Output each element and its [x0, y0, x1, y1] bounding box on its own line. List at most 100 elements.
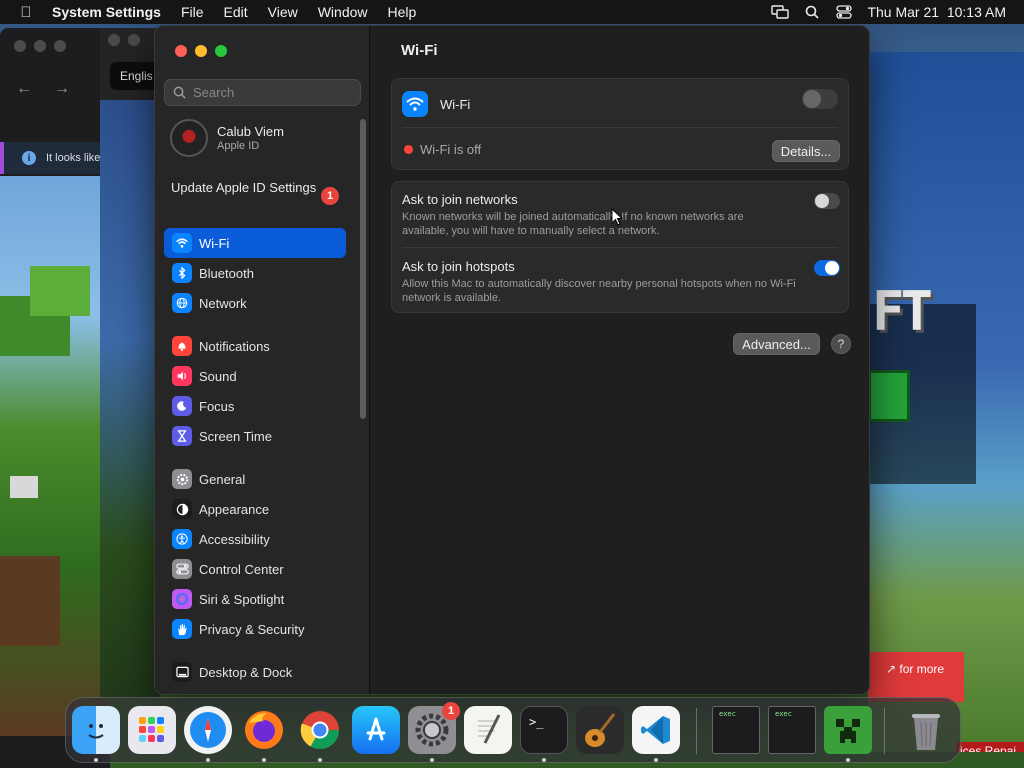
account-name: Calub Viem	[217, 124, 284, 139]
promo-banner[interactable]: ↗ for more	[868, 652, 964, 702]
menu-window[interactable]: Window	[308, 0, 378, 24]
wifi-icon	[402, 91, 428, 117]
control-center-icon	[172, 559, 192, 579]
account-subtitle: Apple ID	[217, 140, 260, 152]
system-settings-window: Calub Viem Apple ID Update Apple ID Sett…	[154, 25, 870, 695]
sidebar-item-notifications[interactable]: Notifications	[164, 331, 346, 361]
screen-mirroring-icon[interactable]	[771, 4, 790, 20]
game-logo: FT	[872, 280, 933, 343]
dock-launchpad[interactable]	[128, 706, 176, 754]
sidebar-item-label: Privacy & Security	[199, 621, 305, 637]
menu-bar:  System Settings File Edit View Window …	[0, 0, 1024, 24]
sidebar-item-control-center[interactable]: Control Center	[164, 554, 346, 584]
ask-networks-toggle[interactable]	[814, 193, 840, 209]
menu-help[interactable]: Help	[378, 0, 427, 24]
exec-label: exec	[775, 710, 792, 718]
advanced-button[interactable]: Advanced...	[733, 333, 820, 355]
close-button[interactable]	[175, 45, 187, 57]
sidebar-item-label: Notifications	[199, 338, 270, 354]
menu-app-name[interactable]: System Settings	[44, 0, 171, 24]
app-store-icon	[366, 717, 386, 741]
dock-safari[interactable]	[184, 706, 232, 754]
dock-firefox[interactable]	[240, 706, 288, 754]
sidebar-item-desktop-dock[interactable]: Desktop & Dock	[164, 657, 346, 687]
minimize-button[interactable]	[195, 45, 207, 57]
sidebar-item-label: Control Center	[199, 561, 284, 577]
dock: 1 >_ exec exec	[65, 697, 961, 763]
sidebar-item-network[interactable]: Network	[164, 288, 346, 318]
sidebar-item-accessibility[interactable]: Accessibility	[164, 524, 346, 554]
dock-exec-window-1[interactable]: exec	[712, 706, 760, 754]
sidebar-item-label: Siri & Spotlight	[199, 591, 285, 607]
window-close-dot	[108, 34, 120, 46]
menu-view[interactable]: View	[258, 0, 308, 24]
launchpad-icon	[139, 717, 164, 742]
game-scene-left	[0, 176, 110, 736]
dock-chrome[interactable]	[296, 706, 344, 754]
sidebar-item-bluetooth[interactable]: Bluetooth	[164, 258, 346, 288]
dock-minecraft[interactable]	[824, 706, 872, 754]
update-apple-id-settings[interactable]: Update Apple ID Settings	[171, 180, 341, 196]
status-dot	[404, 145, 413, 154]
promo-banner-2[interactable]: ices Repai	[956, 742, 1024, 752]
menu-bar-clock[interactable]: Thu Mar 21 10:13 AM	[867, 4, 1006, 20]
sidebar-group-general: General Appearance Accessibility Control Ce…	[164, 464, 346, 644]
avatar	[170, 119, 208, 157]
sidebar-item-wi-fi[interactable]: Wi-Fi	[164, 228, 346, 258]
apple-logo-icon[interactable]: 	[8, 4, 44, 21]
browser-tab[interactable]: Englis	[110, 62, 160, 90]
sidebar-item-appearance[interactable]: Appearance	[164, 494, 346, 524]
details-button[interactable]: Details...	[772, 140, 840, 162]
spotlight-search-icon[interactable]	[803, 4, 821, 20]
gear-icon	[172, 469, 192, 489]
sidebar-item-label: Bluetooth	[199, 265, 254, 281]
back-arrow-icon[interactable]: ←	[16, 80, 32, 98]
sidebar-item-siri-spotlight[interactable]: Siri & Spotlight	[164, 584, 346, 614]
forward-arrow-icon[interactable]: →	[54, 80, 70, 98]
game-play-button[interactable]	[868, 370, 910, 422]
trash-icon	[912, 714, 940, 750]
search-icon	[173, 86, 186, 99]
background-browser-window[interactable]: ← → i It looks like	[0, 28, 110, 768]
dock-trash[interactable]	[902, 706, 950, 754]
zoom-button[interactable]	[215, 45, 227, 57]
sidebar-item-focus[interactable]: Focus	[164, 391, 346, 421]
menu-edit[interactable]: Edit	[214, 0, 258, 24]
settings-main-pane: Wi-Fi Wi-Fi Wi-Fi is off Details... Ask …	[371, 26, 869, 694]
dock-exec-window-2[interactable]: exec	[768, 706, 816, 754]
control-center-icon[interactable]	[835, 4, 853, 20]
sidebar-item-label: Network	[199, 295, 247, 311]
sidebar-item-privacy-security[interactable]: Privacy & Security	[164, 614, 346, 644]
sidebar-item-sound[interactable]: Sound	[164, 361, 346, 391]
menu-file[interactable]: File	[171, 0, 214, 24]
siri-icon	[172, 589, 192, 609]
wifi-toggle[interactable]	[802, 89, 838, 109]
sidebar-item-general[interactable]: General	[164, 464, 346, 494]
background-browser-window-2[interactable]: Englis	[100, 28, 160, 698]
firefox-icon	[245, 711, 283, 749]
search-input[interactable]	[193, 85, 353, 100]
dock-textedit[interactable]	[464, 706, 512, 754]
dock-garageband[interactable]	[576, 706, 624, 754]
update-badge: 1	[321, 187, 339, 205]
safari-compass-icon	[190, 712, 226, 748]
dock-app-store[interactable]	[352, 706, 400, 754]
external-link-icon: ↗	[886, 662, 897, 676]
search-field[interactable]	[164, 79, 361, 106]
wifi-status: Wi-Fi is off	[420, 142, 482, 157]
hand-icon	[172, 619, 192, 639]
info-text: It looks like	[46, 152, 101, 164]
dock-terminal[interactable]: >_	[520, 706, 568, 754]
apple-id-account[interactable]: Calub Viem Apple ID	[170, 119, 284, 157]
help-button[interactable]: ?	[831, 334, 851, 354]
dock-finder[interactable]	[72, 706, 120, 754]
dock-vscode[interactable]	[632, 706, 680, 754]
sidebar-item-screen-time[interactable]: Screen Time	[164, 421, 346, 451]
ask-hotspots-toggle[interactable]	[814, 260, 840, 276]
bell-icon	[172, 336, 192, 356]
browser-info-bar: i It looks like	[0, 142, 110, 174]
sidebar-scrollbar[interactable]	[360, 119, 366, 419]
ask-networks-desc: Known networks will be joined automatica…	[402, 211, 744, 237]
appearance-icon	[172, 499, 192, 519]
mouse-cursor-icon	[611, 208, 623, 226]
